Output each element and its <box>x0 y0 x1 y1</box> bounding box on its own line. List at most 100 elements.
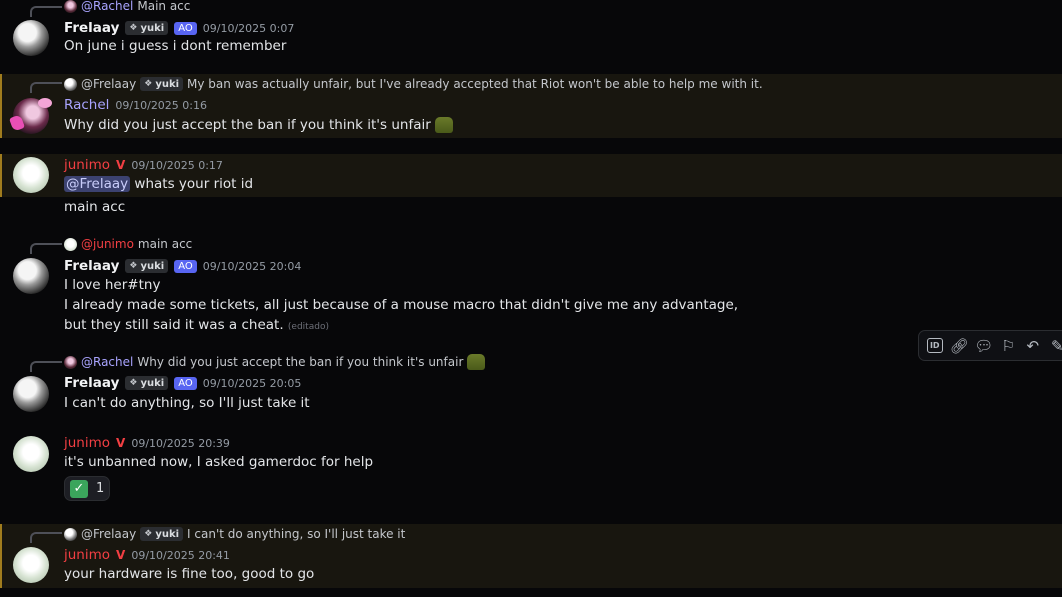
edit-icon[interactable]: ✎ <box>1048 336 1062 356</box>
link-icon[interactable]: 🔗︎ <box>950 336 970 356</box>
author-name[interactable]: Frelaay <box>64 258 119 274</box>
custom-emoji-icon <box>467 354 486 370</box>
reply-avatar <box>64 355 77 369</box>
message: @Rachel Why did you just accept the ban … <box>0 354 1062 418</box>
timestamp[interactable]: 09/10/2025 20:39 <box>131 437 230 450</box>
message-text: I love her#tny <box>64 277 161 293</box>
tag-icon: ❖ <box>129 23 138 33</box>
reply-icon[interactable]: ↶ <box>1023 336 1043 356</box>
timestamp[interactable]: 09/10/2025 20:41 <box>131 549 230 562</box>
reply-avatar <box>64 527 77 541</box>
reply-preview[interactable]: @Frelaay ❖ yuki My ban was actually unfai… <box>64 76 763 92</box>
avatar[interactable] <box>13 157 49 193</box>
timestamp[interactable]: 09/10/2025 20:04 <box>203 260 302 273</box>
reaction-button[interactable]: ✓ 1 <box>64 476 110 501</box>
avatar[interactable] <box>13 376 49 412</box>
bookmark-icon[interactable]: ⚐ <box>999 336 1019 356</box>
message-text: but they still said it was a cheat. <box>64 317 284 333</box>
reply-text: Why did you just accept the ban if you t… <box>137 355 464 369</box>
message-header: junimo V 09/10/2025 20:41 <box>64 546 230 564</box>
author-name[interactable]: Rachel <box>64 97 109 113</box>
author-name[interactable]: junimo <box>64 435 110 451</box>
guild-tag-label: yuki <box>140 22 165 34</box>
role-badge[interactable]: AO <box>174 376 197 390</box>
reply-author[interactable]: @Rachel <box>81 355 133 369</box>
avatar[interactable] <box>13 258 49 294</box>
reply-text: main acc <box>137 237 193 251</box>
edited-label: (editado) <box>287 322 329 332</box>
author-name[interactable]: Frelaay <box>64 20 119 36</box>
author-name[interactable]: Frelaay <box>64 375 119 391</box>
guild-tag[interactable]: ❖ yuki <box>140 77 184 91</box>
timestamp[interactable]: 09/10/2025 0:16 <box>115 99 207 112</box>
reply-connector <box>30 361 62 372</box>
custom-emoji-icon[interactable] <box>435 117 454 133</box>
tag-icon: ❖ <box>144 79 153 89</box>
message-highlighted: @Frelaay ❖ yuki My ban was actually unfai… <box>0 74 1062 138</box>
timestamp[interactable]: 09/10/2025 0:17 <box>131 159 223 172</box>
user-mention[interactable]: @Frelaay <box>64 176 131 192</box>
message-highlighted: junimo V 09/10/2025 0:17 @Frelaay whats … <box>0 154 1062 197</box>
guild-tag[interactable]: ❖ yuki <box>125 376 169 390</box>
guild-tag-label: yuki <box>140 377 165 389</box>
message-text: I already made some tickets, all just be… <box>64 297 739 313</box>
message-text: On june i guess i dont remember <box>64 38 287 54</box>
reply-avatar <box>64 77 77 91</box>
reply-author[interactable]: @Frelaay <box>81 77 136 91</box>
message: @Rachel Main acc Frelaay ❖ yuki AO 09/10/… <box>0 0 1062 64</box>
guild-tag-label: yuki <box>155 528 180 540</box>
reply-preview[interactable]: @Rachel Why did you just accept the ban … <box>64 354 486 370</box>
valorant-icon: V <box>116 548 126 562</box>
guild-tag[interactable]: ❖ yuki <box>125 21 169 35</box>
message-header: junimo V 09/10/2025 0:17 <box>64 156 223 174</box>
guild-tag[interactable]: ❖ yuki <box>140 527 184 541</box>
message-header: Frelaay ❖ yuki AO 09/10/2025 0:07 <box>64 19 294 37</box>
avatar[interactable] <box>13 547 49 583</box>
timestamp[interactable]: 09/10/2025 20:05 <box>203 377 302 390</box>
guild-tag[interactable]: ❖ yuki <box>125 259 169 273</box>
message-text: whats your riot id <box>130 176 254 192</box>
thread-icon[interactable]: 💬︎ <box>974 336 994 356</box>
tag-icon: ❖ <box>129 261 138 271</box>
id-icon[interactable]: ID <box>925 336 945 356</box>
message: junimo V 09/10/2025 20:39 it's unbanned … <box>0 434 1062 506</box>
reply-preview[interactable]: @junimo main acc <box>64 236 192 252</box>
reply-avatar <box>64 0 77 13</box>
message-text: main acc <box>64 199 126 215</box>
reply-preview[interactable]: @Rachel Main acc <box>64 0 190 14</box>
reply-author[interactable]: @Rachel <box>81 0 133 13</box>
message-highlighted: @Frelaay ❖ yuki I can't do anything, so I… <box>0 524 1062 588</box>
reply-connector <box>30 243 62 254</box>
message-text: your hardware is fine too, good to go <box>64 566 315 582</box>
message-line: but they still said it was a cheat. (edi… <box>64 317 329 333</box>
message-header: Frelaay ❖ yuki AO 09/10/2025 20:04 <box>64 257 301 275</box>
author-name[interactable]: junimo <box>64 547 110 563</box>
avatar[interactable] <box>13 436 49 472</box>
reply-text: My ban was actually unfair, but I've alr… <box>187 77 763 91</box>
reply-preview[interactable]: @Frelaay ❖ yuki I can't do anything, so I… <box>64 526 405 542</box>
author-name[interactable]: junimo <box>64 157 110 173</box>
check-mark-icon: ✓ <box>70 479 88 498</box>
role-badge[interactable]: AO <box>174 259 197 273</box>
reply-text: Main acc <box>137 0 191 13</box>
timestamp[interactable]: 09/10/2025 0:07 <box>203 22 295 35</box>
id-icon-label: ID <box>926 338 943 353</box>
reply-avatar <box>64 237 77 251</box>
message-header: junimo V 09/10/2025 20:39 <box>64 434 230 452</box>
valorant-icon: V <box>116 436 126 450</box>
tag-icon: ❖ <box>144 529 153 539</box>
message-line: Why did you just accept the ban if you t… <box>64 117 454 133</box>
reply-connector <box>30 6 62 17</box>
message-header: Frelaay ❖ yuki AO 09/10/2025 20:05 <box>64 374 301 392</box>
message: @junimo main acc Frelaay ❖ yuki AO 09/10/… <box>0 236 1062 336</box>
avatar-decoration <box>38 98 52 108</box>
avatar[interactable] <box>13 20 49 56</box>
guild-tag-label: yuki <box>155 78 180 90</box>
valorant-icon: V <box>116 158 126 172</box>
reply-author[interactable]: @Frelaay <box>81 527 136 541</box>
reply-connector <box>30 82 62 93</box>
tag-icon: ❖ <box>129 378 138 388</box>
role-badge[interactable]: AO <box>174 21 197 35</box>
reply-text: I can't do anything, so I'll just take i… <box>187 527 406 541</box>
reply-author[interactable]: @junimo <box>81 237 134 251</box>
